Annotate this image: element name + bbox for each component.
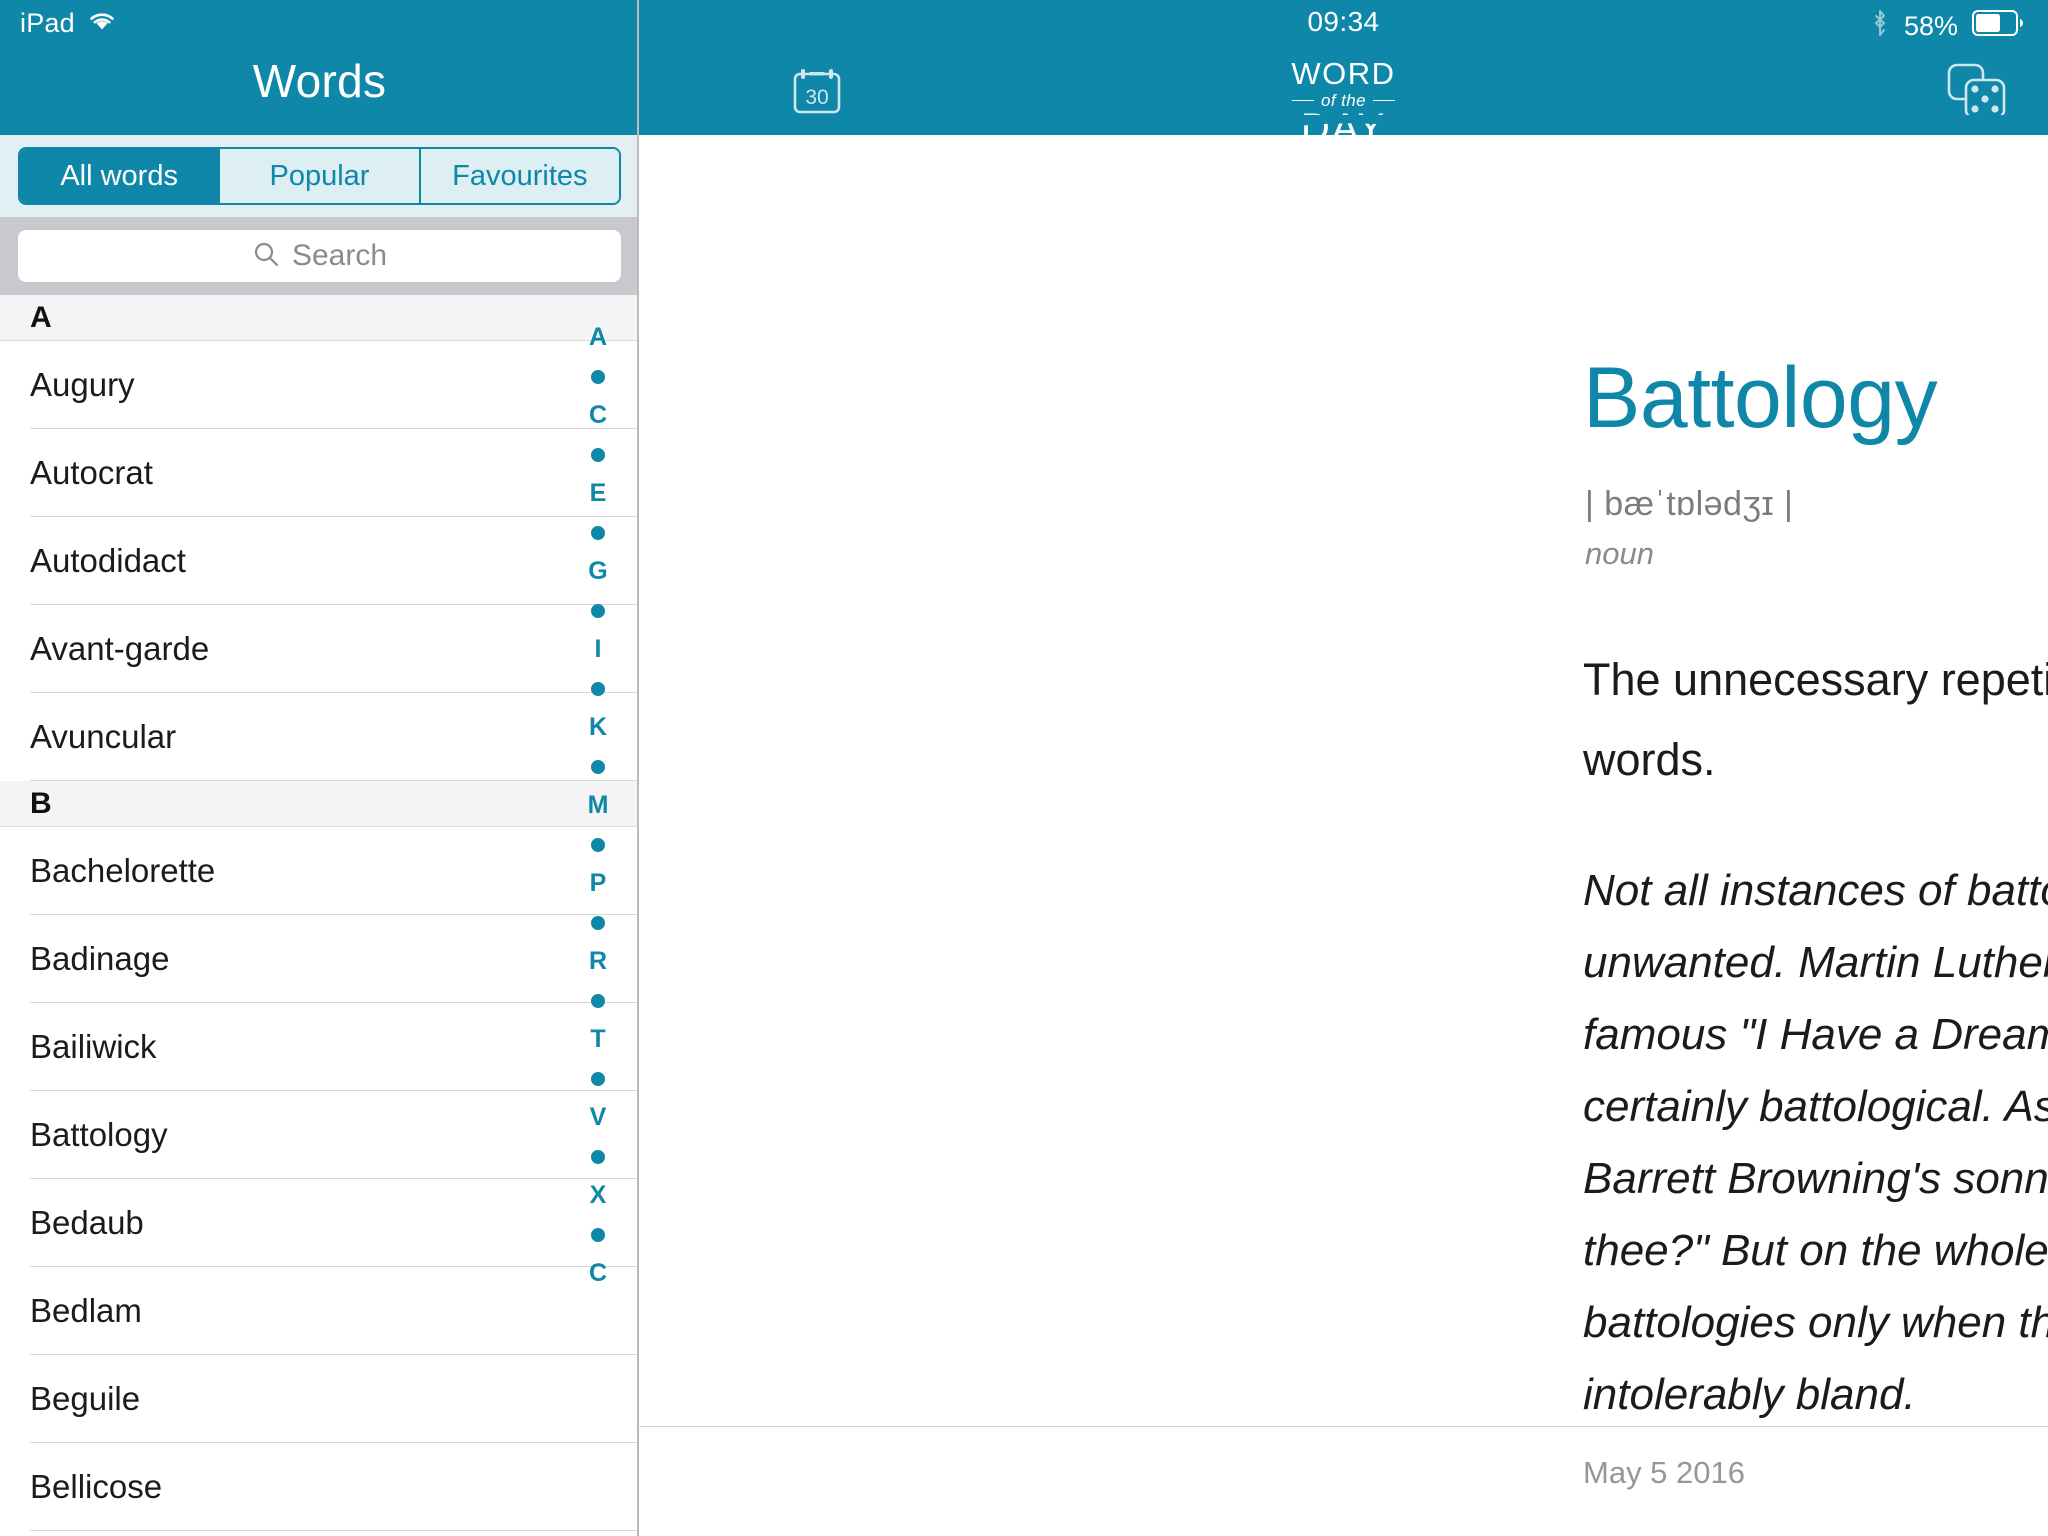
index-entry[interactable]: T: [575, 1020, 621, 1059]
index-dot[interactable]: [575, 357, 621, 396]
index-entry[interactable]: C: [575, 396, 621, 435]
tab-favourites[interactable]: Favourites: [420, 149, 619, 203]
definition-text: The unnecessary repetition of words.: [1583, 654, 2048, 785]
wifi-icon: [87, 8, 117, 39]
section-header-a: A: [0, 295, 639, 341]
entry-footer: May 5 2016 1788: [639, 1426, 2048, 1536]
search-input[interactable]: Search: [18, 230, 621, 282]
list-item[interactable]: Autocrat: [0, 429, 639, 517]
index-entry[interactable]: X: [575, 1176, 621, 1215]
list-item[interactable]: Avant-garde: [0, 605, 639, 693]
list-item-battology[interactable]: Battology: [0, 1091, 639, 1179]
calendar-icon[interactable]: 30: [789, 62, 845, 123]
index-dot[interactable]: [575, 1137, 621, 1176]
index-dot[interactable]: [575, 747, 621, 786]
list-item[interactable]: Augury: [0, 341, 639, 429]
list-item[interactable]: Avuncular: [0, 693, 639, 781]
phonetic-transcription: | bæˈtɒlədʒɪ |: [1585, 485, 1794, 523]
word-list[interactable]: A Augury Autocrat Autodidact Avant-garde…: [0, 295, 639, 1536]
index-dot[interactable]: [575, 435, 621, 474]
torn-paper-edge: [639, 115, 2048, 129]
word-detail-pane: 09:34 58% 30 WORD of the DAY Battology |…: [639, 0, 2048, 1536]
logo-rule-right: [1372, 100, 1395, 101]
index-dot[interactable]: [575, 1215, 621, 1254]
index-entry[interactable]: I: [575, 630, 621, 669]
list-item[interactable]: Autodidact: [0, 517, 639, 605]
index-dot[interactable]: [575, 825, 621, 864]
index-entry[interactable]: A: [575, 318, 621, 357]
index-entry[interactable]: C: [575, 1254, 621, 1293]
index-dot[interactable]: [575, 1059, 621, 1098]
section-header-b: B: [0, 781, 639, 827]
example-text: Not all instances of battology are ugly …: [1583, 866, 2048, 1419]
index-entry[interactable]: E: [575, 474, 621, 513]
app-screen: iPad Words All words Popular Favourites: [0, 0, 2048, 1536]
index-entry[interactable]: P: [575, 864, 621, 903]
list-item[interactable]: Badinage: [0, 915, 639, 1003]
status-bar-time: 09:34: [1307, 6, 1380, 37]
list-item[interactable]: Bellicose: [0, 1443, 639, 1531]
words-sidebar: iPad Words All words Popular Favourites: [0, 0, 639, 1536]
page-title: Battology: [1583, 350, 1938, 446]
logo-word-text: WORD: [1291, 56, 1396, 91]
battery-icon: [1972, 10, 2024, 43]
list-item[interactable]: Beguile: [0, 1355, 639, 1443]
list-item[interactable]: Bachelorette: [0, 827, 639, 915]
search-icon: [252, 240, 280, 273]
sidebar-header: iPad Words: [0, 0, 639, 135]
segmented-control[interactable]: All words Popular Favourites: [18, 147, 621, 205]
search-placeholder: Search: [291, 239, 388, 272]
index-dot[interactable]: [575, 513, 621, 552]
index-dot[interactable]: [575, 981, 621, 1020]
alphabet-index[interactable]: A C E G I K M P R T V X C: [575, 318, 621, 1293]
tab-popular[interactable]: Popular: [220, 149, 421, 203]
list-item[interactable]: Bedaub: [0, 1179, 639, 1267]
entry-content: Battology | bæˈtɒlədʒɪ | noun The unnece…: [639, 140, 2048, 1536]
list-item[interactable]: Bedlam: [0, 1267, 639, 1355]
index-entry[interactable]: M: [575, 786, 621, 825]
index-dot[interactable]: [575, 591, 621, 630]
entry-date: May 5 2016: [1583, 1455, 1745, 1490]
status-bar-left: iPad: [20, 8, 117, 39]
battery-percent-label: 58%: [1903, 11, 1958, 41]
index-entry[interactable]: K: [575, 708, 621, 747]
search-bar-container: Search: [0, 217, 639, 295]
index-dot[interactable]: [575, 669, 621, 708]
tab-all-words[interactable]: All words: [20, 149, 221, 203]
sidebar-title: Words: [252, 55, 387, 107]
main-header: 09:34 58% 30 WORD of the DAY: [639, 0, 2048, 148]
svg-text:30: 30: [805, 86, 828, 109]
device-label: iPad: [20, 8, 75, 38]
part-of-speech: noun: [1585, 536, 1654, 571]
index-entry[interactable]: R: [575, 942, 621, 981]
segmented-control-container: All words Popular Favourites: [0, 135, 639, 217]
torn-paper-edge: [0, 115, 639, 129]
logo-rule-left: [1292, 100, 1315, 101]
index-dot[interactable]: [575, 903, 621, 942]
index-entry[interactable]: V: [575, 1098, 621, 1137]
index-entry[interactable]: G: [575, 552, 621, 591]
list-item[interactable]: Bailiwick: [0, 1003, 639, 1091]
